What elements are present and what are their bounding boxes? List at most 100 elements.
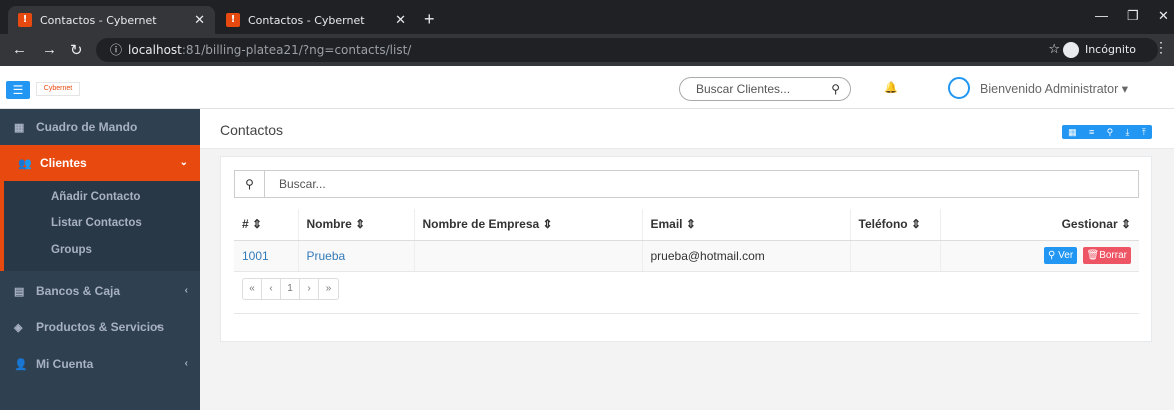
close-tab-icon[interactable]: ✕ [194,13,205,28]
cell-phone [850,240,941,272]
site-favicon-icon: ! [226,13,240,27]
sidebar-item-label: Bancos & Caja [36,284,121,298]
sidebar: ▦ Cuadro de Mando 👥 Clientes ⌄ Añadir Cont… [0,109,200,410]
incognito-icon [1062,42,1079,58]
tab-title: Contactos - Cybernet [40,13,157,27]
box-icon: ◈ [14,322,23,334]
pagination-first[interactable]: « [243,279,262,299]
view-button[interactable]: ⚲ Ver [1044,247,1078,264]
chevron-left-icon: ‹ [156,321,160,332]
column-header-manage[interactable]: Gestionar ⇕ [940,209,1139,241]
sidebar-toggle-button[interactable]: ☰ [6,81,30,99]
pagination-page-1[interactable]: 1 [281,279,300,299]
pagination-prev[interactable]: ‹ [262,279,281,299]
pagination-controls: « ‹ 1 › » [242,278,339,300]
cell-actions: ⚲ Ver 🗑Borrar [940,240,1139,272]
export-icon[interactable]: ⤒ [1142,125,1146,139]
sidebar-item-label: Clientes [40,156,87,170]
column-header-phone[interactable]: Teléfono ⇕ [850,209,941,241]
incognito-label: Incógnito [1084,43,1136,56]
table-row: 1001 Prueba prueba@hotmail.com ⚲ Ver 🗑Bo… [234,240,1139,272]
search-icon[interactable]: ⚲ [831,78,840,100]
app-header: ☰ Cybernet Buscar Clientes... ⚲ 🔔 Bienve… [0,66,1174,109]
delete-label: Borrar [1099,250,1127,261]
bank-icon: ▤ [14,286,25,298]
logo-text: Cybernet [43,85,73,92]
submenu-item-groups[interactable]: Groups [51,244,92,256]
chevron-left-icon: ‹ [184,358,188,369]
delete-button[interactable]: 🗑Borrar [1082,247,1131,264]
tab-title: Contactos - Cybernet [248,13,365,27]
page-title: Contactos [220,122,284,138]
user-icon: 👤 [14,359,28,371]
sidebar-item-bancos[interactable]: ▤ Bancos & Caja ‹ [0,273,200,309]
site-favicon-icon: ! [18,13,32,27]
users-icon: 👥 [18,158,32,170]
close-tab-icon[interactable]: ✕ [395,13,406,28]
list-view-icon[interactable]: ≡ [1089,125,1094,139]
sidebar-item-label: Cuadro de Mando [36,120,138,134]
table-header-row: # ⇕ Nombre ⇕ Nombre de Empresa ⇕ Email ⇕… [234,209,1139,241]
sidebar-item-dashboard[interactable]: ▦ Cuadro de Mando [0,109,200,145]
contact-id-link[interactable]: 1001 [242,249,269,263]
contacts-search-input[interactable]: ⚲ Buscar... [234,170,1139,198]
contacts-panel: ⚲ Buscar... # ⇕ Nombre ⇕ Nombre de Empre… [220,156,1152,342]
submenu-item-add-contact[interactable]: Añadir Contacto [51,191,140,203]
column-header-company[interactable]: Nombre de Empresa ⇕ [414,209,643,241]
sidebar-item-productos[interactable]: ◈ Productos & Servicios ‹ [0,309,200,345]
search-icon: ⚲ [235,171,265,197]
forward-icon[interactable]: → [42,41,57,58]
incognito-indicator: Incógnito [1062,38,1136,62]
back-icon[interactable]: ← [12,41,27,58]
cell-email: prueba@hotmail.com [642,240,851,272]
trash-icon: 🗑 [1086,250,1100,261]
avatar[interactable] [948,77,970,99]
browser-tab-active[interactable]: ! Contactos - Cybernet ✕ [8,6,215,34]
toolbar-button-group: ▦ ≡ ⚲ ⤓ ⤒ [1062,125,1152,139]
clientes-submenu: Añadir Contacto Listar Contactos Groups [0,181,200,271]
site-info-icon[interactable]: ⓘ [110,43,122,57]
submenu-item-list-contacts[interactable]: Listar Contactos [51,217,142,229]
browser-tab-bar: ! Contactos - Cybernet ✕ ! Contactos - C… [0,0,1174,34]
contacts-table: # ⇕ Nombre ⇕ Nombre de Empresa ⇕ Email ⇕… [234,209,1139,272]
restore-icon[interactable]: ❐ [1127,8,1139,24]
new-tab-icon[interactable]: + [424,9,435,30]
cell-company [414,240,643,272]
bell-icon[interactable]: 🔔 [884,81,898,94]
bookmark-star-icon[interactable]: ☆ [1048,38,1060,62]
dashboard-icon: ▦ [14,122,25,134]
grid-view-icon[interactable]: ▦ [1068,125,1077,139]
column-header-name[interactable]: Nombre ⇕ [298,209,415,241]
client-search-input[interactable]: Buscar Clientes... ⚲ [679,77,851,101]
url-field[interactable]: ⓘ localhost:81/billing-platea21/?ng=conta… [96,38,1158,62]
column-header-id[interactable]: # ⇕ [234,209,299,241]
contact-name-link[interactable]: Prueba [307,249,346,263]
import-icon[interactable]: ⤓ [1126,125,1130,139]
url-path: :81/billing-platea21/?ng=contacts/list/ [181,43,412,57]
url-host: localhost [128,43,182,57]
cell-id[interactable]: 1001 [234,240,299,272]
pagination: « ‹ 1 › » [234,272,1139,314]
search-icon[interactable]: ⚲ [1107,125,1114,139]
cell-name[interactable]: Prueba [298,240,415,272]
view-icon: ⚲ [1048,250,1059,261]
sidebar-item-mi-cuenta[interactable]: 👤 Mi Cuenta ‹ [0,346,200,382]
sidebar-item-label: Productos & Servicios [36,320,165,334]
chevron-down-icon: ⌄ [179,157,188,168]
column-header-email[interactable]: Email ⇕ [642,209,851,241]
chevron-left-icon: ‹ [184,285,188,296]
pagination-next[interactable]: › [300,279,319,299]
sidebar-item-label: Mi Cuenta [36,357,94,371]
sidebar-item-clientes[interactable]: 👥 Clientes ⌄ [0,145,200,181]
logo: Cybernet [36,82,80,96]
reload-icon[interactable]: ↻ [70,41,83,59]
pagination-last[interactable]: » [319,279,338,299]
view-label: Ver [1058,250,1074,261]
browser-tab[interactable]: ! Contactos - Cybernet ✕ [216,6,416,34]
browser-address-bar: ← → ↻ ⓘ localhost:81/billing-platea21/?ng… [0,34,1174,66]
minimize-icon[interactable]: — [1095,8,1108,23]
close-window-icon[interactable]: ✕ [1158,8,1169,24]
user-menu[interactable]: Bienvenido Administrator ▾ [980,81,1128,96]
browser-menu-icon[interactable]: ⋮ [1154,39,1168,56]
page-header: Contactos ▦ ≡ ⚲ ⤓ ⤒ [200,109,1174,149]
